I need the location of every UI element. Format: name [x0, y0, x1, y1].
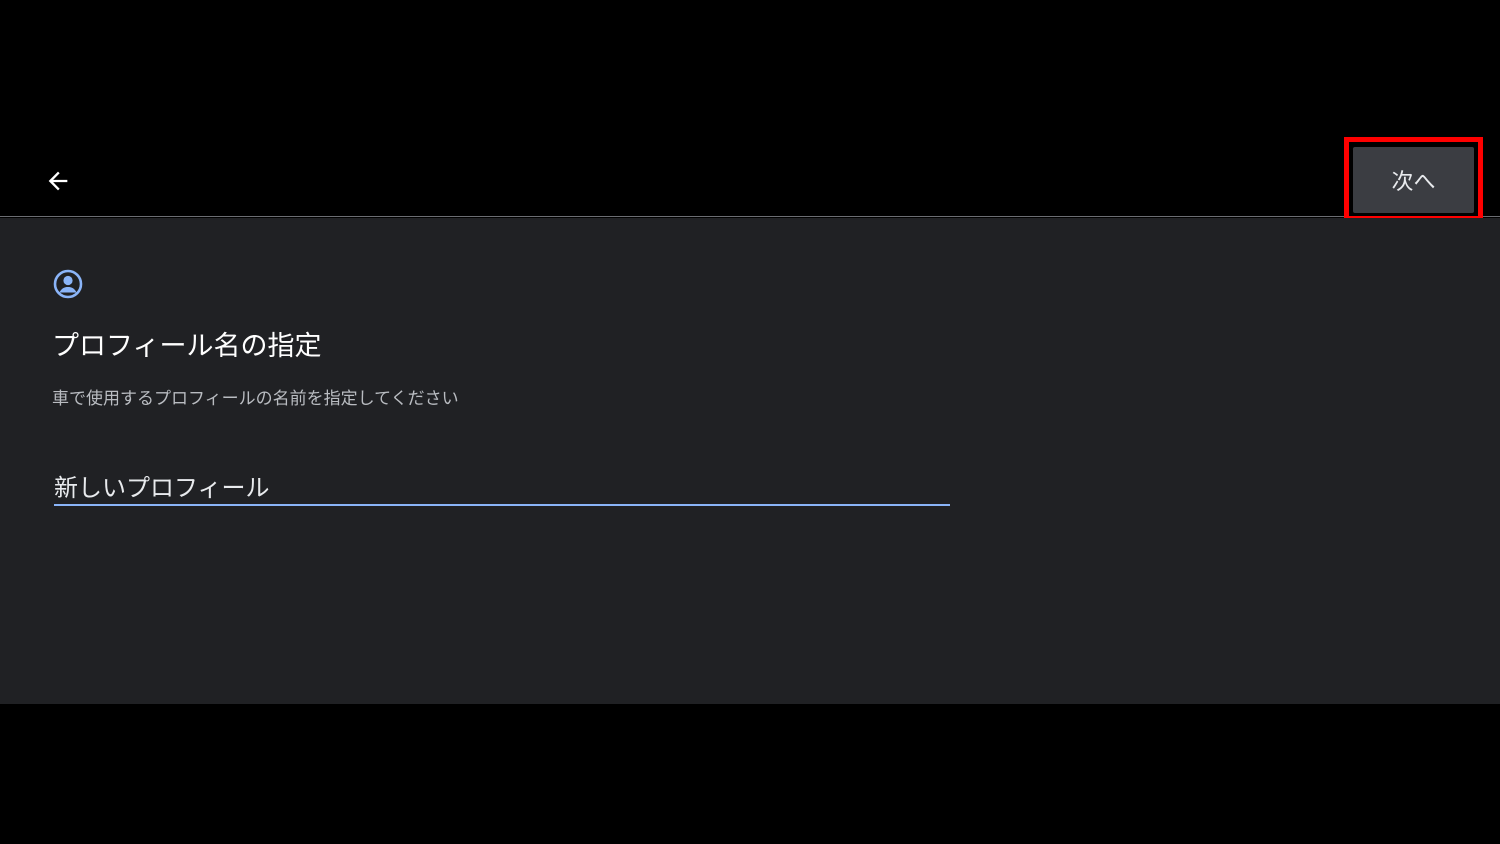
profile-name-input[interactable] — [54, 466, 950, 504]
back-button[interactable] — [34, 155, 82, 207]
arrow-left-icon — [48, 171, 68, 191]
top-bar: 次へ — [0, 137, 1500, 221]
profile-name-panel: プロフィール名の指定 車で使用するプロフィールの名前を指定してください — [0, 218, 1500, 704]
screen: 次へ プロフィール名の指定 車で使用するプロフィールの名前を指定してください — [0, 0, 1500, 844]
page-title: プロフィール名の指定 — [52, 331, 322, 362]
profile-name-field — [54, 466, 950, 506]
page-subtitle: 車で使用するプロフィールの名前を指定してください — [52, 389, 459, 409]
account-circle-icon — [53, 269, 83, 299]
next-button-highlight — [1344, 137, 1483, 221]
